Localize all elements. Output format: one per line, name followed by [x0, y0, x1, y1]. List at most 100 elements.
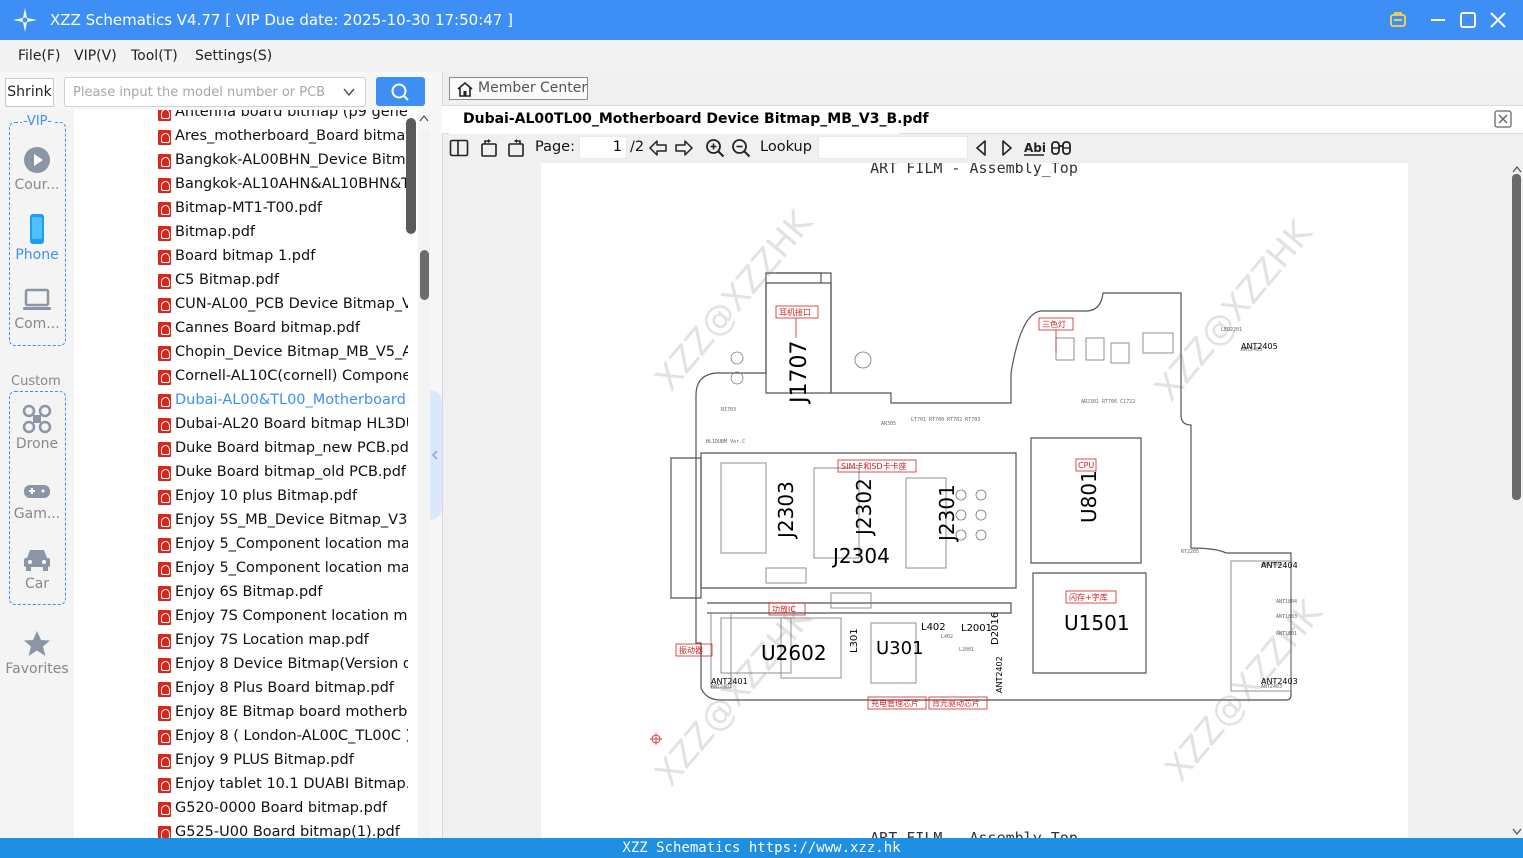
viewer-scroll-up-icon[interactable]: [1512, 165, 1522, 173]
file-name: Duke Board bitmap_old PCB.pdf: [175, 464, 407, 480]
pdf-file-icon: [158, 226, 171, 241]
svg-text:HL1DUBM Ver.C: HL1DUBM Ver.C: [706, 439, 745, 445]
file-list-item[interactable]: Antenna board bitmap (p9 generic: [156, 110, 408, 126]
maximize-icon[interactable]: [1456, 8, 1480, 32]
annotation-label: 振动器: [679, 645, 703, 655]
file-list-item[interactable]: Cannes Board bitmap.pdf: [156, 318, 408, 342]
file-list-item[interactable]: Dubai-AL00&TL00_Motherboard D: [156, 390, 408, 414]
menu-vip[interactable]: VIP(V): [74, 48, 117, 64]
svg-text:ANT1801: ANT1801: [1276, 631, 1297, 637]
file-list-item[interactable]: Enjoy 5_Component location map(: [156, 558, 408, 582]
pdf-file-icon: [158, 154, 171, 169]
document-viewer[interactable]: ART FILM - Assembly_Top ART FILM - Assem…: [443, 163, 1511, 838]
category-drone[interactable]: Drone: [0, 404, 74, 452]
file-list-item[interactable]: Board bitmap 1.pdf: [156, 246, 408, 270]
next-page-icon[interactable]: [674, 138, 694, 158]
category-computer[interactable]: Com...: [0, 286, 74, 332]
menu-file[interactable]: File(F): [18, 48, 60, 64]
close-tab-icon[interactable]: [1494, 110, 1512, 128]
file-list-scrollbar[interactable]: [406, 118, 416, 234]
file-list-item[interactable]: G525-U00 Board bitmap(1).pdf: [156, 822, 408, 838]
file-list-item[interactable]: Enjoy 6S Bitmap.pdf: [156, 582, 408, 606]
rotate-left-icon[interactable]: [479, 138, 499, 158]
category-phone[interactable]: Phone: [0, 213, 74, 263]
file-list-item[interactable]: Enjoy 7S Component location map: [156, 606, 408, 630]
close-icon[interactable]: [1486, 8, 1510, 32]
file-list-item[interactable]: Ares_motherboard_Board bitmap_P: [156, 126, 408, 150]
find-previous-icon[interactable]: [973, 138, 989, 158]
file-name: Dubai-AL20 Board bitmap HL3DUE: [175, 416, 408, 432]
file-list-item[interactable]: Bangkok-AL10AHN&AL10BHN&TL: [156, 174, 408, 198]
pdf-file-icon: [158, 826, 171, 838]
file-list-item[interactable]: CUN-AL00_PCB Device Bitmap_V1.0: [156, 294, 408, 318]
collapse-panel-handle[interactable]: [430, 390, 442, 520]
member-center-button[interactable]: Member Center: [449, 77, 588, 100]
toggle-sidebar-icon[interactable]: [449, 138, 469, 158]
viewer-scroll-down-icon[interactable]: [1512, 828, 1522, 836]
pdf-file-icon: [158, 418, 171, 433]
zoom-in-icon[interactable]: [705, 138, 725, 158]
file-list-item[interactable]: Enjoy 8E Bitmap board motherboa: [156, 702, 408, 726]
file-list-item[interactable]: Duke Board bitmap_old PCB.pdf: [156, 462, 408, 486]
file-name: Bangkok-AL00BHN_Device Bitmap: [175, 152, 408, 168]
svg-text:R1703: R1703: [721, 407, 736, 413]
rotate-right-icon[interactable]: [506, 138, 526, 158]
search-input[interactable]: Please input the model number or PCB: [64, 77, 366, 107]
search-button[interactable]: [376, 77, 425, 106]
category-label: Gam...: [13, 506, 61, 522]
file-list-item[interactable]: Enjoy tablet 10.1 DUABI Bitmap.pdf: [156, 774, 408, 798]
zoom-out-icon[interactable]: [731, 138, 751, 158]
doc-title-next-page: ART FILM - Assembly_Top: [870, 829, 1078, 838]
file-list-item[interactable]: Cornell-AL10C(cornell) Componen: [156, 366, 408, 390]
file-list-item[interactable]: Duke Board bitmap_new PCB.pdf: [156, 438, 408, 462]
file-name: Enjoy 7S Location map.pdf: [175, 632, 369, 648]
home-icon: [457, 81, 473, 97]
menu-settings[interactable]: Settings(S): [195, 48, 272, 64]
lookup-input[interactable]: [818, 136, 968, 159]
file-list-item[interactable]: Enjoy 5S_MB_Device Bitmap_V3.01: [156, 510, 408, 534]
whole-word-icon[interactable]: [1050, 138, 1072, 158]
file-list-item[interactable]: Enjoy 8 Device Bitmap(Version disc: [156, 654, 408, 678]
pdf-file-icon: [158, 514, 171, 529]
viewer-scrollbar[interactable]: [1512, 174, 1521, 500]
pdf-file-icon: [158, 562, 171, 577]
file-list-item[interactable]: Dubai-AL20 Board bitmap HL3DUE: [156, 414, 408, 438]
category-car[interactable]: Car: [0, 546, 74, 592]
file-name: G525-U00 Board bitmap(1).pdf: [175, 824, 400, 838]
vip-badge-icon[interactable]: [1386, 8, 1410, 32]
previous-page-icon[interactable]: [648, 138, 668, 158]
annotation-label: 闪存+字库: [1069, 592, 1108, 602]
file-list-item[interactable]: Bitmap.pdf: [156, 222, 408, 246]
search-placeholder: Please input the model number or PCB: [73, 85, 326, 100]
page-number-input[interactable]: 1: [579, 136, 627, 159]
category-courses[interactable]: Cour...: [0, 145, 74, 193]
file-list-item[interactable]: Enjoy 7S Location map.pdf: [156, 630, 408, 654]
chevron-down-icon[interactable]: [341, 84, 357, 100]
file-list-item[interactable]: Bangkok-AL00BHN_Device Bitmap: [156, 150, 408, 174]
pcb-drawing: ART FILM - Assembly_Top ART FILM - Assem…: [647, 163, 1331, 838]
file-list-item[interactable]: G520-0000 Board bitmap.pdf: [156, 798, 408, 822]
lookup-label: Lookup: [760, 139, 812, 155]
category-favorites[interactable]: Favorites: [0, 629, 74, 677]
file-list-item[interactable]: Enjoy 8 ( London-AL00C_TL00C ) (: [156, 726, 408, 750]
chevron-left-icon: [431, 450, 438, 460]
file-list-item[interactable]: Enjoy 8 Plus Board bitmap.pdf: [156, 678, 408, 702]
match-case-icon[interactable]: Abi: [1023, 138, 1045, 158]
find-next-icon[interactable]: [999, 138, 1015, 158]
shrink-button[interactable]: Shrink: [5, 78, 54, 107]
minimize-icon[interactable]: [1426, 8, 1450, 32]
file-list-item[interactable]: Chopin_Device Bitmap_MB_V5_A.pdf: [156, 342, 408, 366]
file-name: Enjoy 6S Bitmap.pdf: [175, 584, 323, 600]
category-gaming[interactable]: Gam...: [0, 480, 74, 522]
menu-tool[interactable]: Tool(T): [131, 48, 178, 64]
file-name: Antenna board bitmap (p9 generic: [175, 110, 408, 120]
outer-scrollbar[interactable]: [420, 250, 429, 300]
file-list-item[interactable]: Bitmap-MT1-T00.pdf: [156, 198, 408, 222]
file-list-item[interactable]: C5 Bitmap.pdf: [156, 270, 408, 294]
category-label: Car: [24, 576, 50, 592]
file-list-item[interactable]: Enjoy 9 PLUS Bitmap.pdf: [156, 750, 408, 774]
file-list-item[interactable]: Enjoy 10 plus Bitmap.pdf: [156, 486, 408, 510]
scroll-up-icon[interactable]: [419, 114, 429, 122]
file-list-item[interactable]: Enjoy 5_Component location map: [156, 534, 408, 558]
tab-document[interactable]: Dubai-AL00TL00_Motherboard Device Bitmap…: [449, 106, 929, 134]
